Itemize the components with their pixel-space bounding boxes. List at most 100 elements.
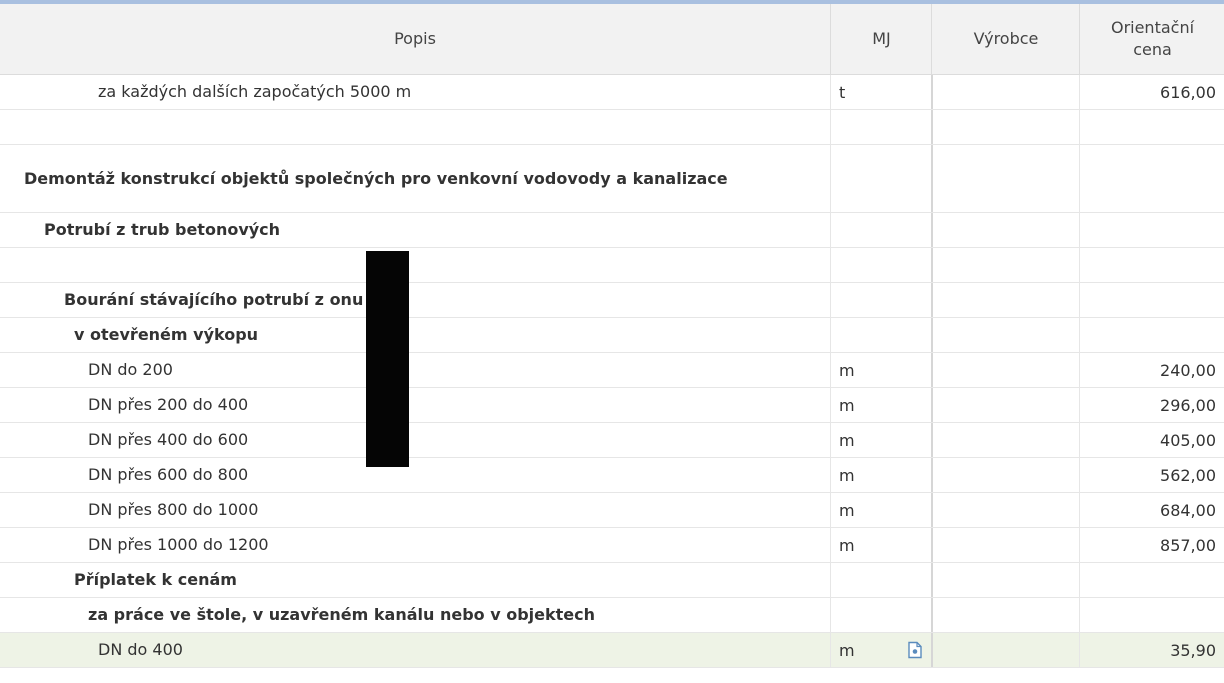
cell-popis: Bourání stávajícího potrubí z onu <box>0 283 894 317</box>
cell-vyrobce <box>931 283 1079 317</box>
table-row[interactable]: v otevřeném výkopu <box>0 318 1224 353</box>
cell-cena: 562,00 <box>1079 458 1224 492</box>
cell-vyrobce <box>931 563 1079 597</box>
table-row[interactable] <box>0 248 1224 283</box>
cell-popis <box>0 110 854 144</box>
table-row[interactable]: DN do 200 m 240,00 <box>0 353 1224 388</box>
cell-cena <box>1079 598 1224 632</box>
cell-cena <box>1079 248 1224 282</box>
cell-popis: DN přes 600 do 800 <box>0 458 918 492</box>
cell-cena <box>1079 563 1224 597</box>
cell-mj: m <box>830 493 931 527</box>
cell-vyrobce <box>931 528 1079 562</box>
table-row[interactable] <box>0 110 1224 145</box>
cell-vyrobce <box>931 75 1079 109</box>
table-row[interactable]: Potrubí z trub betonových <box>0 213 1224 248</box>
table-row[interactable]: Bourání stávajícího potrubí z onu <box>0 283 1224 318</box>
cell-cena <box>1079 318 1224 352</box>
cell-vyrobce <box>931 493 1079 527</box>
popis-text: Příplatek k cenám <box>74 570 237 589</box>
column-header-cena-line1: Orientační <box>1110 18 1195 37</box>
cell-popis: za každých dalších započatých 5000 m <box>0 75 928 109</box>
cell-mj: m <box>830 353 931 387</box>
cell-vyrobce <box>931 213 1079 247</box>
cell-popis: za práce ve štole, v uzavřeném kanálu ne… <box>0 598 918 632</box>
cell-popis: DN do 200 <box>0 353 918 387</box>
cell-cena: 405,00 <box>1079 423 1224 457</box>
popis-text: DN přes 1000 do 1200 <box>88 535 269 554</box>
cell-popis: Příplatek k cenám <box>0 563 904 597</box>
cell-vyrobce <box>931 633 1079 667</box>
cell-cena: 684,00 <box>1079 493 1224 527</box>
popis-text: Potrubí z trub betonových <box>44 220 281 239</box>
cell-mj: m <box>830 423 931 457</box>
popis-text: za práce ve štole, v uzavřeném kanálu ne… <box>88 605 596 624</box>
cell-mj: t <box>830 75 931 109</box>
cell-cena <box>1079 110 1224 144</box>
popis-text: v otevřeném výkopu <box>74 325 259 344</box>
cell-vyrobce <box>931 110 1079 144</box>
cell-popis: DN do 400 <box>0 633 928 667</box>
cell-popis: DN přes 200 do 400 <box>0 388 918 422</box>
cell-popis <box>0 248 854 282</box>
cell-vyrobce <box>931 318 1079 352</box>
table-header: Popis MJ Výrobce Orientační cena <box>0 4 1224 75</box>
cell-cena <box>1079 213 1224 247</box>
price-table: Popis MJ Výrobce Orientační cena za každ… <box>0 4 1224 668</box>
cell-mj <box>830 318 931 352</box>
cell-cena <box>1079 283 1224 317</box>
cell-cena: 616,00 <box>1079 75 1224 109</box>
popis-text: za každých dalších započatých 5000 m <box>98 82 412 101</box>
popis-text: DN přes 400 do 600 <box>88 430 249 449</box>
cell-mj: m <box>830 528 931 562</box>
cell-vyrobce <box>931 458 1079 492</box>
cell-mj <box>830 598 931 632</box>
popis-text: DN do 400 <box>98 640 183 659</box>
cell-popis: DN přes 800 do 1000 <box>0 493 918 527</box>
table-row-selected[interactable]: DN do 400 m 35,90 <box>0 633 1224 668</box>
cell-mj <box>830 213 931 247</box>
column-header-popis-label: Popis <box>394 29 436 48</box>
cell-mj <box>830 110 931 144</box>
table-row[interactable]: Příplatek k cenám <box>0 563 1224 598</box>
cell-vyrobce <box>931 423 1079 457</box>
redaction-block <box>366 251 409 467</box>
cell-mj <box>830 563 931 597</box>
popis-text: DN přes 800 do 1000 <box>88 500 259 519</box>
cell-popis: Demontáž konstrukcí objektů společných p… <box>0 145 854 212</box>
cell-cena: 240,00 <box>1079 353 1224 387</box>
column-header-mj[interactable]: MJ <box>830 4 932 74</box>
column-header-orientacni-cena[interactable]: Orientační cena <box>1079 4 1224 74</box>
cell-mj: m <box>830 633 931 667</box>
popis-text: DN přes 200 do 400 <box>88 395 249 414</box>
cell-vyrobce <box>931 145 1079 212</box>
cell-mj: m <box>830 458 931 492</box>
column-header-mj-label: MJ <box>872 29 891 48</box>
cell-mj <box>830 145 931 212</box>
cell-vyrobce <box>931 388 1079 422</box>
table-row[interactable]: za práce ve štole, v uzavřeném kanálu ne… <box>0 598 1224 633</box>
cell-popis: DN přes 1000 do 1200 <box>0 528 918 562</box>
cell-mj: m <box>830 388 931 422</box>
table-row[interactable]: DN přes 1000 do 1200 m 857,00 <box>0 528 1224 563</box>
table-row[interactable]: DN přes 600 do 800 m 562,00 <box>0 458 1224 493</box>
cell-popis: Potrubí z trub betonových <box>0 213 874 247</box>
column-header-vyrobce[interactable]: Výrobce <box>931 4 1080 74</box>
cell-cena <box>1079 145 1224 212</box>
table-row[interactable]: DN přes 800 do 1000 m 684,00 <box>0 493 1224 528</box>
cell-vyrobce <box>931 353 1079 387</box>
column-header-popis[interactable]: Popis <box>0 4 830 74</box>
column-header-vyrobce-label: Výrobce <box>973 29 1039 48</box>
table-row[interactable]: za každých dalších započatých 5000 m t 6… <box>0 75 1224 110</box>
column-header-cena-line2: cena <box>1133 40 1172 59</box>
table-row[interactable]: DN přes 400 do 600 m 405,00 <box>0 423 1224 458</box>
cell-popis: DN přes 400 do 600 <box>0 423 918 457</box>
popis-text: Bourání stávajícího potrubí z onu <box>64 290 364 309</box>
cell-vyrobce <box>931 598 1079 632</box>
table-row[interactable]: DN přes 200 do 400 m 296,00 <box>0 388 1224 423</box>
cell-cena: 296,00 <box>1079 388 1224 422</box>
cell-popis: v otevřeném výkopu <box>0 318 904 352</box>
popis-text: DN do 200 <box>88 360 173 379</box>
cell-cena: 35,90 <box>1079 633 1224 667</box>
table-row[interactable]: Demontáž konstrukcí objektů společných p… <box>0 145 1224 213</box>
